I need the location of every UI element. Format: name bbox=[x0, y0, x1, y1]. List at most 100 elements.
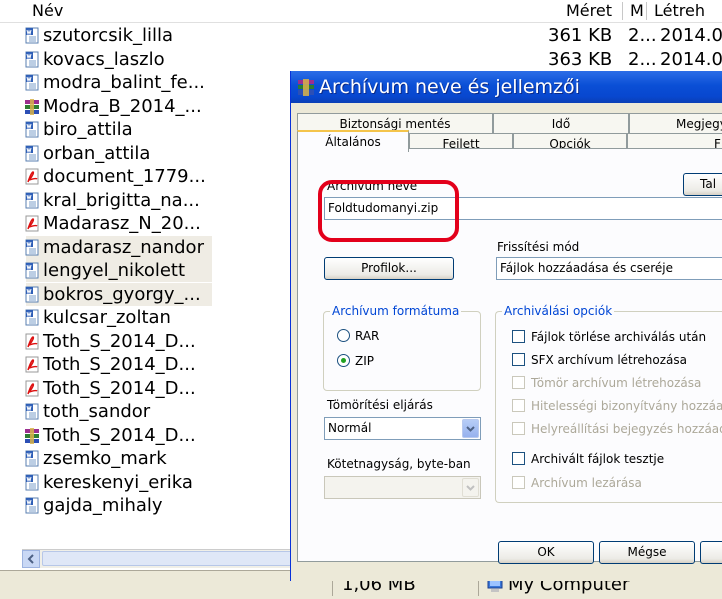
winrar-archive-icon bbox=[25, 98, 39, 115]
option-checkbox bbox=[512, 476, 525, 489]
option-checkbox bbox=[512, 376, 525, 389]
column-divider bbox=[622, 2, 623, 20]
pdf-icon bbox=[25, 215, 39, 232]
winrar-icon bbox=[298, 79, 314, 96]
option-label: Archívum lezárása bbox=[531, 476, 642, 490]
option-label: Tömör archívum létrehozása bbox=[531, 376, 702, 390]
column-divider bbox=[646, 2, 647, 20]
file-row[interactable]: lengyel_nikolett bbox=[25, 259, 212, 282]
tab-time[interactable]: Idő bbox=[493, 113, 629, 133]
file-name: bokros_gyorgy_... bbox=[43, 283, 201, 305]
archive-dialog: Archívum neve és jellemzői Biztonsági me… bbox=[290, 71, 722, 581]
chevron-down-icon bbox=[466, 426, 475, 432]
chevron-left-icon bbox=[27, 554, 34, 564]
word-doc-icon bbox=[25, 74, 39, 91]
word-doc-icon bbox=[25, 192, 39, 208]
options-group-title: Archiválási opciók bbox=[502, 303, 615, 319]
option-label: Fájlok törlése archiválás után bbox=[531, 330, 707, 344]
tab-general[interactable]: Általános bbox=[297, 130, 409, 152]
file-name: orban_attila bbox=[43, 142, 151, 164]
header-divider bbox=[0, 22, 722, 23]
column-header-size[interactable]: Méret bbox=[566, 0, 612, 22]
radio-rar-label: RAR bbox=[355, 329, 380, 343]
scroll-left-button[interactable] bbox=[22, 550, 40, 568]
file-name: szutorcsik_lilla bbox=[43, 25, 174, 46]
update-mode-label: Frissítési mód bbox=[497, 240, 580, 254]
file-m: 2... bbox=[628, 25, 657, 46]
format-groupbox: Archívum formátuma bbox=[323, 303, 481, 391]
file-row[interactable]: bokros_gyorgy_... bbox=[25, 282, 212, 306]
browse-button[interactable]: Tal bbox=[683, 173, 722, 196]
option-label: Archivált fájlok tesztje bbox=[531, 452, 665, 466]
file-name: modra_balint_fe... bbox=[43, 72, 205, 93]
word-doc-icon bbox=[25, 403, 39, 420]
radio-selected-dot bbox=[341, 358, 346, 363]
file-created: 2014.0 bbox=[660, 48, 722, 70]
word-doc-icon bbox=[25, 145, 39, 161]
word-doc-icon bbox=[25, 309, 39, 326]
pdf-icon bbox=[25, 333, 39, 349]
file-name: kulcsar_zoltan bbox=[43, 307, 171, 328]
profiles-button[interactable]: Profilok... bbox=[324, 257, 454, 280]
file-name: kovacs_laszlo bbox=[43, 48, 165, 70]
option-checkbox[interactable] bbox=[512, 452, 525, 465]
compression-label: Tömörítési eljárás bbox=[327, 398, 433, 412]
file-name: gajda_mihaly bbox=[43, 495, 163, 516]
pdf-icon bbox=[25, 168, 39, 185]
file-name: Toth_S_2014_D... bbox=[43, 377, 196, 399]
column-header-created[interactable]: Létreh bbox=[654, 0, 705, 22]
file-name: biro_attila bbox=[43, 119, 133, 140]
volume-size-select bbox=[324, 476, 481, 499]
chevron-down-icon bbox=[466, 485, 475, 491]
option-checkbox[interactable] bbox=[512, 330, 525, 343]
file-created: 2014.0 bbox=[660, 25, 722, 46]
horizontal-scrollbar[interactable] bbox=[22, 549, 292, 568]
word-doc-icon bbox=[25, 474, 39, 490]
column-header-name[interactable]: Név bbox=[32, 0, 63, 22]
compression-select[interactable]: Normál bbox=[324, 417, 481, 440]
scroll-thumb[interactable] bbox=[42, 551, 292, 566]
file-name: zsemko_mark bbox=[43, 448, 167, 469]
dropdown-button[interactable] bbox=[462, 419, 479, 438]
file-name: Modra_B_2014_... bbox=[43, 95, 202, 117]
dialog-title: Archívum neve és jellemzői bbox=[319, 76, 580, 98]
option-label: Hitelességi bizonyítvány hozzáad bbox=[531, 399, 722, 413]
file-name: Madarasz_N_20... bbox=[43, 213, 201, 234]
file-m: 2... bbox=[628, 48, 657, 70]
column-header-m[interactable]: M bbox=[630, 0, 644, 22]
cancel-button[interactable]: Mégse bbox=[599, 541, 695, 564]
archive-name-highlight bbox=[318, 180, 459, 242]
dialog-titlebar[interactable]: Archívum neve és jellemzői bbox=[291, 71, 722, 103]
file-name: document_1779... bbox=[43, 166, 206, 187]
word-doc-icon bbox=[25, 121, 39, 138]
word-doc-icon bbox=[25, 262, 39, 279]
pdf-icon bbox=[25, 380, 39, 396]
format-group-title: Archívum formátuma bbox=[330, 303, 462, 319]
tab-comment[interactable]: Megjegy bbox=[629, 113, 722, 133]
radio-zip-label: ZIP bbox=[355, 354, 374, 368]
winrar-archive-icon bbox=[25, 427, 39, 444]
file-name: toth_sandor bbox=[43, 401, 151, 422]
option-checkbox bbox=[512, 422, 525, 435]
file-row[interactable]: madarasz_nandor bbox=[25, 235, 212, 259]
word-doc-icon bbox=[25, 497, 39, 514]
pdf-icon bbox=[25, 356, 39, 373]
ok-button[interactable]: OK bbox=[498, 541, 594, 564]
help-button[interactable] bbox=[700, 541, 722, 564]
option-checkbox bbox=[512, 399, 525, 412]
file-name: kral_brigitta_na... bbox=[43, 189, 200, 211]
word-doc-icon bbox=[25, 51, 39, 67]
update-mode-select[interactable]: Fájlok hozzáadása és cseréje bbox=[496, 257, 722, 280]
file-name: Toth_S_2014_D... bbox=[43, 424, 196, 446]
file-size: 361 KB bbox=[548, 25, 613, 46]
word-doc-icon bbox=[25, 286, 39, 302]
file-name: lengyel_nikolett bbox=[43, 260, 186, 281]
word-doc-icon bbox=[25, 450, 39, 467]
file-name: Toth_S_2014_D... bbox=[43, 354, 196, 375]
file-name: madarasz_nandor bbox=[43, 236, 204, 258]
file-size: 363 KB bbox=[548, 48, 613, 70]
radio-zip[interactable] bbox=[337, 354, 350, 367]
option-checkbox[interactable] bbox=[512, 353, 525, 366]
radio-rar[interactable] bbox=[337, 329, 350, 342]
compression-value: Normál bbox=[328, 421, 372, 435]
